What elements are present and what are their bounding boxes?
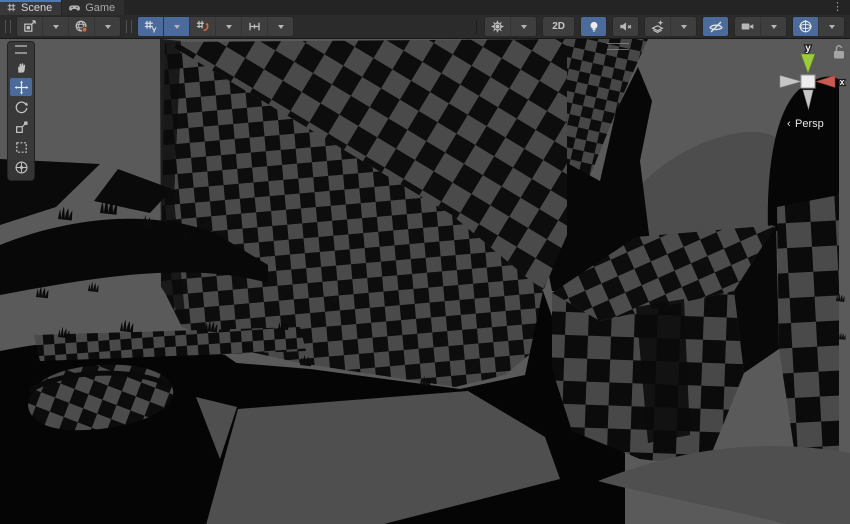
scene-grid-icon: [6, 2, 17, 13]
effects-sun-group: [484, 16, 537, 37]
gizmo-x-label: x: [839, 77, 844, 87]
scene-viewport[interactable]: y x ‹ Persp: [0, 39, 850, 524]
unity-editor-window: Y Scene Game ⋮: [0, 0, 850, 524]
orientation-dropdown[interactable]: [94, 17, 120, 36]
tab-game-label: Game: [85, 2, 115, 14]
grid-y-icon: [143, 19, 158, 34]
visibility-group: [702, 16, 729, 37]
grid-visibility-dropdown[interactable]: [163, 17, 189, 36]
fx-dropdown[interactable]: [670, 17, 696, 36]
tab-game[interactable]: Game: [62, 0, 124, 15]
camera-dropdown[interactable]: [760, 17, 786, 36]
chevron-down-icon: [771, 25, 777, 29]
2d-toggle-button[interactable]: 2D: [543, 17, 574, 36]
fx-layers-icon: [650, 19, 665, 34]
fx-group: [644, 16, 697, 37]
light-bulb-icon: [587, 20, 601, 34]
lighting-group: [580, 16, 607, 37]
tool-rotate-button[interactable]: [10, 98, 32, 116]
tools-drag-handle[interactable]: [15, 45, 27, 54]
overlay-drag-handle[interactable]: [5, 20, 11, 33]
grid-visibility-button[interactable]: [138, 17, 163, 36]
hand-icon: [14, 60, 29, 75]
rotate-icon: [14, 100, 29, 115]
scene-visibility-button[interactable]: [703, 17, 728, 36]
chevron-down-icon: [681, 25, 687, 29]
grid-snap-group: [137, 16, 294, 37]
tool-transform-button[interactable]: [10, 158, 32, 176]
tool-move-button[interactable]: [10, 78, 32, 96]
globe-icon: [74, 19, 89, 34]
persp-label[interactable]: Persp: [795, 118, 824, 130]
snap-to-grid-button[interactable]: [189, 17, 215, 36]
move-icon: [14, 80, 29, 95]
lighting-toggle-button[interactable]: [581, 17, 606, 36]
scale-icon: [14, 120, 29, 135]
chevron-down-icon: [226, 25, 232, 29]
tab-scene[interactable]: Scene: [0, 0, 61, 15]
camera-icon: [740, 19, 755, 34]
gizmo-axis-x[interactable]: [816, 76, 835, 88]
tab-bar: Scene Game ⋮: [0, 0, 850, 15]
view-2d-group: 2D: [542, 16, 575, 37]
effects-sun-dropdown[interactable]: [510, 17, 536, 36]
overlay-drag-handle[interactable]: [126, 20, 132, 33]
2d-label: 2D: [546, 21, 571, 32]
snap-grid-icon: [195, 19, 210, 34]
scene-toolbar: 2D: [0, 15, 850, 39]
audio-muted-icon: [618, 19, 633, 34]
pivot-center-icon: [22, 19, 37, 34]
tool-scale-button[interactable]: [10, 118, 32, 136]
sun-icon: [490, 19, 505, 34]
gizmo-axis-left[interactable]: [780, 76, 801, 88]
orientation-gizmo: y x ‹ Persp: [772, 39, 850, 139]
chevron-down-icon: [829, 25, 835, 29]
gamepad-icon: [68, 1, 81, 14]
gizmos-toggle-button[interactable]: [793, 17, 818, 36]
fx-toggle-button[interactable]: [645, 17, 670, 36]
snap-to-grid-dropdown[interactable]: [215, 17, 241, 36]
orientation-button[interactable]: [68, 17, 94, 36]
audio-group: [612, 16, 639, 37]
window-menu-icon[interactable]: ⋮: [825, 0, 850, 15]
chevron-down-icon: [278, 25, 284, 29]
chevron-down-icon: [521, 25, 527, 29]
snap-increment-button[interactable]: [241, 17, 267, 36]
tool-hand-button[interactable]: [10, 58, 32, 76]
camera-button[interactable]: [735, 17, 760, 36]
snap-increment-dropdown[interactable]: [267, 17, 293, 36]
tool-settings-group: [16, 16, 121, 37]
tool-rect-button[interactable]: [10, 138, 32, 156]
eye-hidden-icon: [708, 19, 724, 35]
pivot-mode-button[interactable]: [17, 17, 42, 36]
gizmos-dropdown[interactable]: [818, 17, 844, 36]
snap-increment-icon: [247, 19, 262, 34]
audio-toggle-button[interactable]: [613, 17, 638, 36]
gizmo-sphere-icon: [798, 19, 813, 34]
tools-overlay: [7, 41, 35, 181]
pivot-mode-dropdown[interactable]: [42, 17, 68, 36]
tab-scene-label: Scene: [21, 2, 52, 14]
gizmo-cube[interactable]: [801, 75, 815, 88]
gizmos-group: [792, 16, 845, 37]
chevron-down-icon: [174, 25, 180, 29]
persp-arrow-icon: ‹: [787, 118, 791, 130]
transform-icon: [14, 160, 29, 175]
lock-icon[interactable]: [834, 46, 844, 59]
effects-sun-button[interactable]: [485, 17, 510, 36]
gizmo-y-label: y: [805, 43, 811, 54]
chevron-down-icon: [53, 25, 59, 29]
camera-group: [734, 16, 787, 37]
viewport-overlay-handle[interactable]: [607, 43, 629, 50]
rect-tool-icon: [14, 140, 29, 155]
gizmo-axis-down[interactable]: [803, 90, 813, 109]
scene-canvas[interactable]: [0, 39, 850, 524]
chevron-down-icon: [105, 25, 111, 29]
gizmo-axis-y[interactable]: [801, 54, 815, 73]
